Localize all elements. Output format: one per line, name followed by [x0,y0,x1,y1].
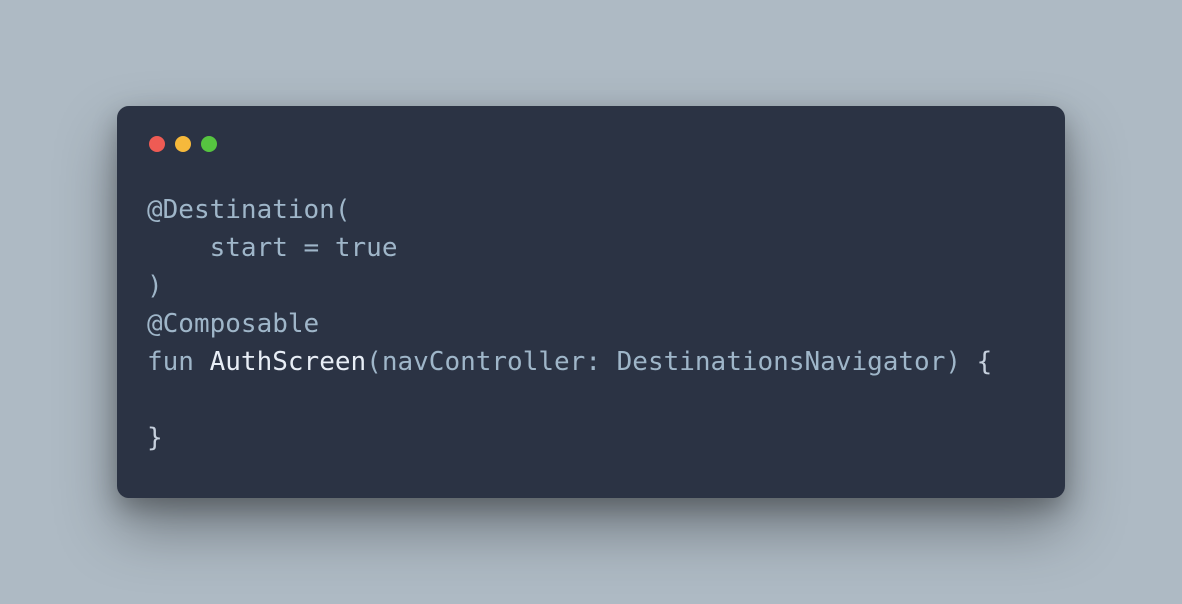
code-token: @Destination [147,195,335,225]
code-token: ( [335,195,351,225]
code-token [194,347,210,377]
code-window: @Destination( start = true ) @Composable… [117,106,1065,498]
code-token: fun [147,347,194,377]
code-token: ) [147,271,163,301]
code-token [147,233,210,263]
code-token: true [335,233,398,263]
code-token: : [585,347,616,377]
code-token: navController [382,347,586,377]
code-token: AuthScreen [210,347,367,377]
code-token: @Composable [147,309,319,339]
minimize-icon[interactable] [175,136,191,152]
code-token: } [147,423,163,453]
code-block: @Destination( start = true ) @Composable… [147,192,1035,458]
code-token: ( [366,347,382,377]
code-token: DestinationsNavigator [617,347,946,377]
code-token: { [961,347,992,377]
code-token: start [210,233,288,263]
code-token: ) [945,347,961,377]
code-token: = [288,233,335,263]
maximize-icon[interactable] [201,136,217,152]
close-icon[interactable] [149,136,165,152]
traffic-lights [149,136,1035,152]
